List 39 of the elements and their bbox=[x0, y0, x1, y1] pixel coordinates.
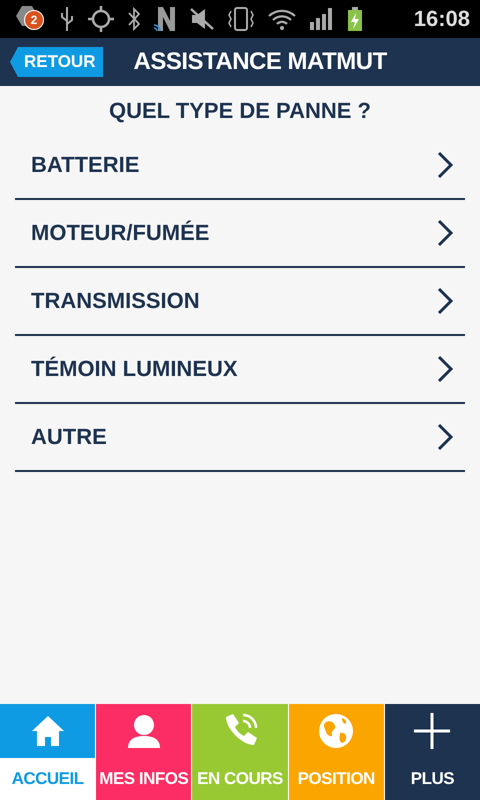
nav-tab[interactable]: MES INFOS bbox=[96, 704, 192, 800]
option-row[interactable]: MOTEUR/FUMÉE bbox=[15, 200, 465, 268]
notification-count: 2 bbox=[24, 10, 44, 30]
signal-icon bbox=[310, 8, 334, 30]
plus-icon bbox=[414, 713, 450, 749]
battery-icon bbox=[348, 7, 362, 31]
wifi-icon bbox=[268, 8, 296, 30]
vibrate-icon bbox=[228, 6, 254, 32]
status-time: 16:08 bbox=[414, 6, 470, 32]
option-label: MOTEUR/FUMÉE bbox=[31, 220, 210, 246]
nav-tab-label: ACCUEIL bbox=[10, 768, 85, 790]
nav-tab-label: POSITION bbox=[296, 768, 376, 790]
question-heading: QUEL TYPE DE PANNE ? bbox=[108, 98, 372, 124]
globe-icon bbox=[318, 713, 354, 749]
option-row[interactable]: BATTERIE bbox=[15, 132, 465, 200]
option-label: TÉMOIN LUMINEUX bbox=[31, 356, 238, 382]
bluetooth-icon bbox=[128, 7, 140, 31]
chevron-right-icon bbox=[437, 219, 453, 247]
nfc-icon bbox=[154, 7, 176, 31]
nav-tab-label: MES INFOS bbox=[98, 768, 190, 790]
chevron-right-icon bbox=[437, 151, 453, 179]
nav-tab[interactable]: PLUS bbox=[384, 704, 480, 800]
usb-icon bbox=[60, 7, 74, 31]
chevron-right-icon bbox=[437, 355, 453, 383]
option-label: BATTERIE bbox=[31, 152, 140, 178]
chevron-right-icon bbox=[437, 423, 453, 451]
home-icon bbox=[30, 715, 65, 747]
nav-tab-label: PLUS bbox=[410, 768, 456, 790]
gps-icon bbox=[88, 6, 114, 32]
mute-icon bbox=[190, 8, 214, 30]
option-label: TRANSMISSION bbox=[31, 288, 200, 314]
option-row[interactable]: TRANSMISSION bbox=[15, 268, 465, 336]
nav-tab-label: EN COURS bbox=[196, 768, 284, 790]
option-row[interactable]: TÉMOIN LUMINEUX bbox=[15, 336, 465, 404]
option-label: AUTRE bbox=[31, 424, 107, 450]
option-row[interactable]: AUTRE bbox=[15, 404, 465, 472]
person-icon bbox=[126, 714, 161, 748]
chevron-right-icon bbox=[437, 287, 453, 315]
screen-title: ASSISTANCE MATMUT bbox=[133, 48, 387, 76]
